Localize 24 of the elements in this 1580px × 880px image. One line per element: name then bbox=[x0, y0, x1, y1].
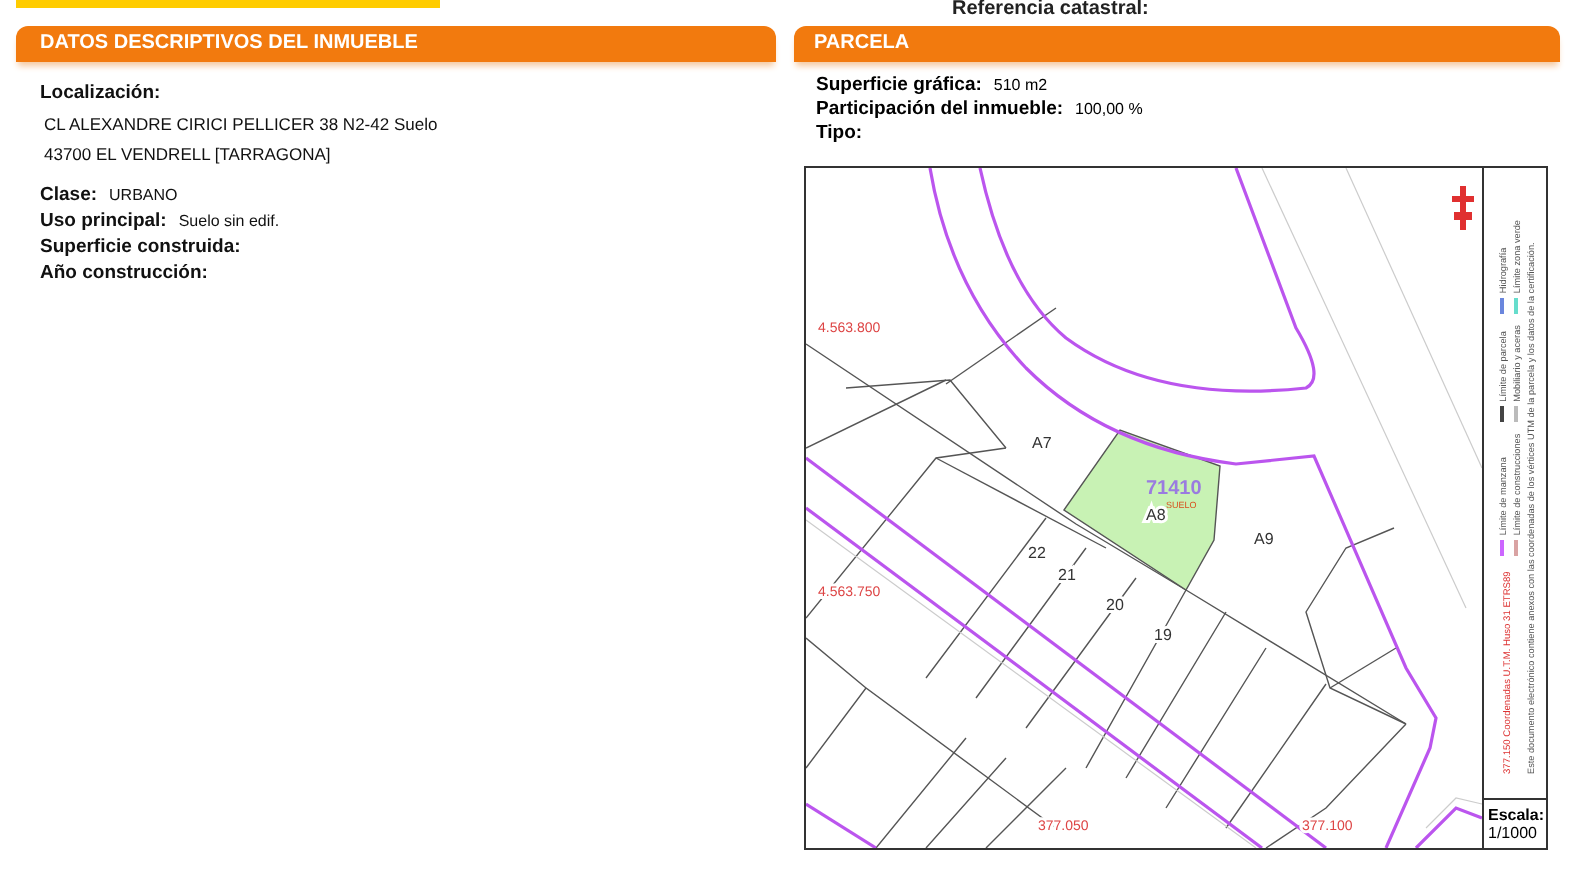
block-label: A8 bbox=[1146, 506, 1166, 524]
field-label: Localización: bbox=[40, 82, 163, 104]
field-value: URBANO bbox=[109, 186, 178, 204]
field-label: Participación del inmueble: bbox=[816, 98, 1064, 120]
field-label: Tipo: bbox=[816, 122, 863, 144]
field-label: Superficie gráfica: bbox=[816, 74, 982, 96]
field-label: Año construcción: bbox=[40, 262, 208, 284]
scale-value: 1/1000 bbox=[1488, 824, 1539, 842]
scale-label: Escala: bbox=[1488, 806, 1542, 824]
block-label: A9 bbox=[1254, 530, 1274, 548]
block-label: A7 bbox=[1032, 434, 1052, 452]
parcel-number: 71410 bbox=[1146, 478, 1202, 500]
field-value: 510 m2 bbox=[993, 76, 1048, 94]
section-header: DATOS DESCRIPTIVOS DEL INMUEBLE bbox=[16, 26, 776, 62]
field-label: Clase: bbox=[40, 184, 98, 206]
address-line: 43700 EL VENDRELL [TARRAGONA] bbox=[44, 144, 333, 164]
field-label: Uso principal: bbox=[40, 210, 167, 232]
address-line: CL ALEXANDRE CIRICI PELLICER 38 N2-42 Suelo bbox=[44, 114, 440, 134]
section-header: PARCELA bbox=[794, 26, 1560, 62]
field-value: Suelo sin edif. bbox=[178, 212, 280, 230]
field-label: Superficie construida: bbox=[40, 236, 241, 258]
block-label: 22 bbox=[1028, 544, 1046, 562]
reference-label: Referencia catastral: bbox=[952, 0, 1149, 20]
field-value: 100,00 % bbox=[1075, 100, 1143, 118]
